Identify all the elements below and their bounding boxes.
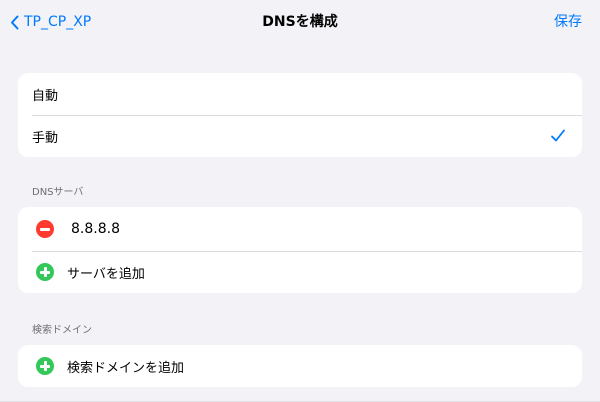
- add-server-label: サーバを追加: [67, 266, 145, 282]
- dns-servers-header: DNSサーバ: [32, 187, 84, 198]
- mode-option-label: 手動: [32, 130, 59, 146]
- add-server-row[interactable]: サーバを追加: [18, 251, 582, 293]
- add-search-domain-row[interactable]: 検索ドメインを追加: [18, 345, 582, 387]
- plus-circle-icon: [36, 263, 54, 281]
- dns-server-row[interactable]: 8.8.8.8: [18, 207, 582, 251]
- save-button[interactable]: 保存: [554, 12, 582, 32]
- dns-servers-group: 8.8.8.8 サーバを追加: [18, 207, 582, 293]
- page-title: DNSを構成: [262, 14, 338, 30]
- mode-option-label: 自動: [32, 88, 59, 104]
- dns-mode-group: 自動 手動: [18, 73, 582, 157]
- minus-circle-icon[interactable]: [36, 220, 54, 238]
- dns-server-address: 8.8.8.8: [71, 221, 120, 237]
- mode-option-manual[interactable]: 手動: [18, 115, 582, 157]
- add-search-domain-label: 検索ドメインを追加: [67, 360, 185, 376]
- checkmark-icon: [551, 129, 565, 142]
- search-domains-header: 検索ドメイン: [32, 325, 92, 336]
- mode-option-automatic[interactable]: 自動: [18, 73, 582, 115]
- plus-circle-icon: [36, 357, 54, 375]
- navigation-bar: TP_CP_XP DNSを構成 保存: [0, 0, 600, 44]
- search-domains-group: 検索ドメインを追加: [18, 345, 582, 387]
